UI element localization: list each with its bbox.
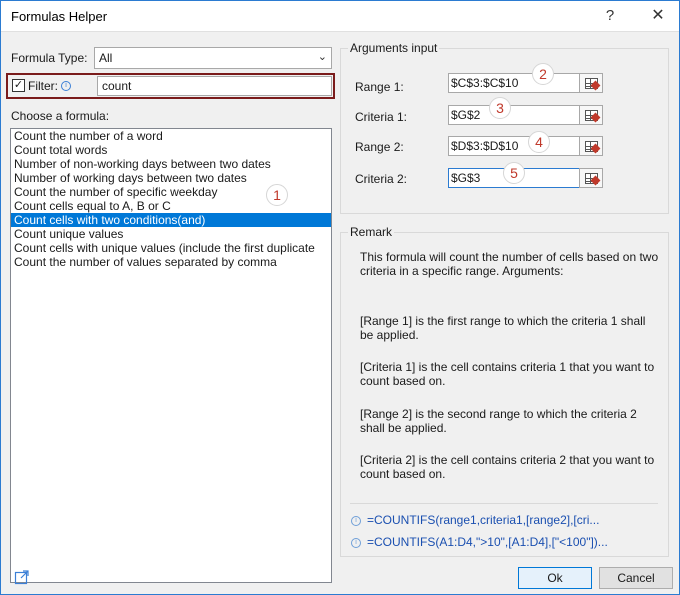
formula-list-item[interactable]: Number of working days between two dates — [11, 171, 331, 185]
step-marker-5: 5 — [503, 162, 525, 184]
dialog-body: Formula Type: All ⌄ ✓ Filter: i count Ch… — [1, 33, 679, 594]
formula-type-label: Formula Type: — [11, 51, 88, 65]
formula-list-item[interactable]: Count total words — [11, 143, 331, 157]
chevron-down-icon: ⌄ — [317, 51, 327, 63]
formula-example-2[interactable]: i =COUNTIFS(A1:D4,">10",[A1:D4],["<100"])… — [351, 535, 608, 549]
range2-label: Range 2: — [355, 140, 404, 154]
ok-button[interactable]: Ok — [518, 567, 592, 589]
formula-list-item[interactable]: Count the number of values separated by … — [11, 255, 331, 269]
window-title: Formulas Helper — [11, 9, 108, 24]
step-marker-1: 1 — [266, 184, 288, 206]
filter-row: ✓ Filter: i count — [6, 73, 335, 99]
filter-label: Filter: — [28, 79, 58, 93]
criteria2-label: Criteria 2: — [355, 172, 408, 186]
step-marker-3: 3 — [489, 97, 511, 119]
formula-list-item[interactable]: Number of non-working days between two d… — [11, 157, 331, 171]
formula-list-item[interactable]: Count cells with two conditions(and) — [11, 213, 331, 227]
criteria1-label: Criteria 1: — [355, 110, 408, 124]
remark-title: Remark — [348, 225, 395, 239]
info-icon: i — [351, 515, 361, 526]
formula-list-item[interactable]: Count the number of a word — [11, 129, 331, 143]
remark-paragraph: [Criteria 2] is the cell contains criter… — [360, 453, 655, 481]
info-icon[interactable]: i — [61, 81, 71, 91]
formula-example-text: =COUNTIFS(A1:D4,">10",[A1:D4],["<100"]).… — [367, 535, 608, 549]
info-icon: i — [351, 537, 361, 548]
criteria2-select-button[interactable] — [579, 168, 603, 188]
step-marker-2: 2 — [532, 63, 554, 85]
remark-divider — [350, 503, 658, 504]
formula-example-1[interactable]: i =COUNTIFS(range1,criteria1,[range2],[cr… — [351, 513, 599, 527]
range2-select-button[interactable] — [579, 136, 603, 156]
filter-checkbox[interactable]: ✓ — [12, 79, 25, 92]
formula-list-item[interactable]: Count cells with unique values (include … — [11, 241, 331, 255]
remark-paragraph: [Range 2] is the second range to which t… — [360, 407, 637, 435]
range1-label: Range 1: — [355, 80, 404, 94]
cancel-button[interactable]: Cancel — [599, 567, 673, 589]
remark-group: Remark — [340, 225, 669, 557]
external-link-icon[interactable] — [14, 569, 30, 585]
remark-paragraph: [Criteria 1] is the cell contains criter… — [360, 360, 655, 388]
filter-input[interactable]: count — [97, 76, 332, 96]
formula-example-text: =COUNTIFS(range1,criteria1,[range2],[cri… — [367, 513, 600, 527]
step-marker-4: 4 — [528, 131, 550, 153]
close-button[interactable]: ✕ — [644, 5, 672, 27]
criteria1-select-button[interactable] — [579, 105, 603, 125]
formula-type-value: All — [99, 51, 113, 65]
formula-type-dropdown[interactable]: All ⌄ — [94, 47, 332, 69]
remark-intro: This formula will count the number of ce… — [360, 250, 659, 278]
formula-list-item[interactable]: Count unique values — [11, 227, 331, 241]
title-bar: Formulas Helper ? ✕ — [1, 1, 679, 32]
help-button[interactable]: ? — [596, 5, 624, 27]
choose-formula-label: Choose a formula: — [11, 109, 110, 123]
range1-select-button[interactable] — [579, 73, 603, 93]
formulas-helper-dialog: Formulas Helper ? ✕ Formula Type: All ⌄ … — [0, 0, 680, 595]
arguments-title: Arguments input — [348, 41, 440, 55]
remark-paragraph: [Range 1] is the first range to which th… — [360, 314, 646, 342]
